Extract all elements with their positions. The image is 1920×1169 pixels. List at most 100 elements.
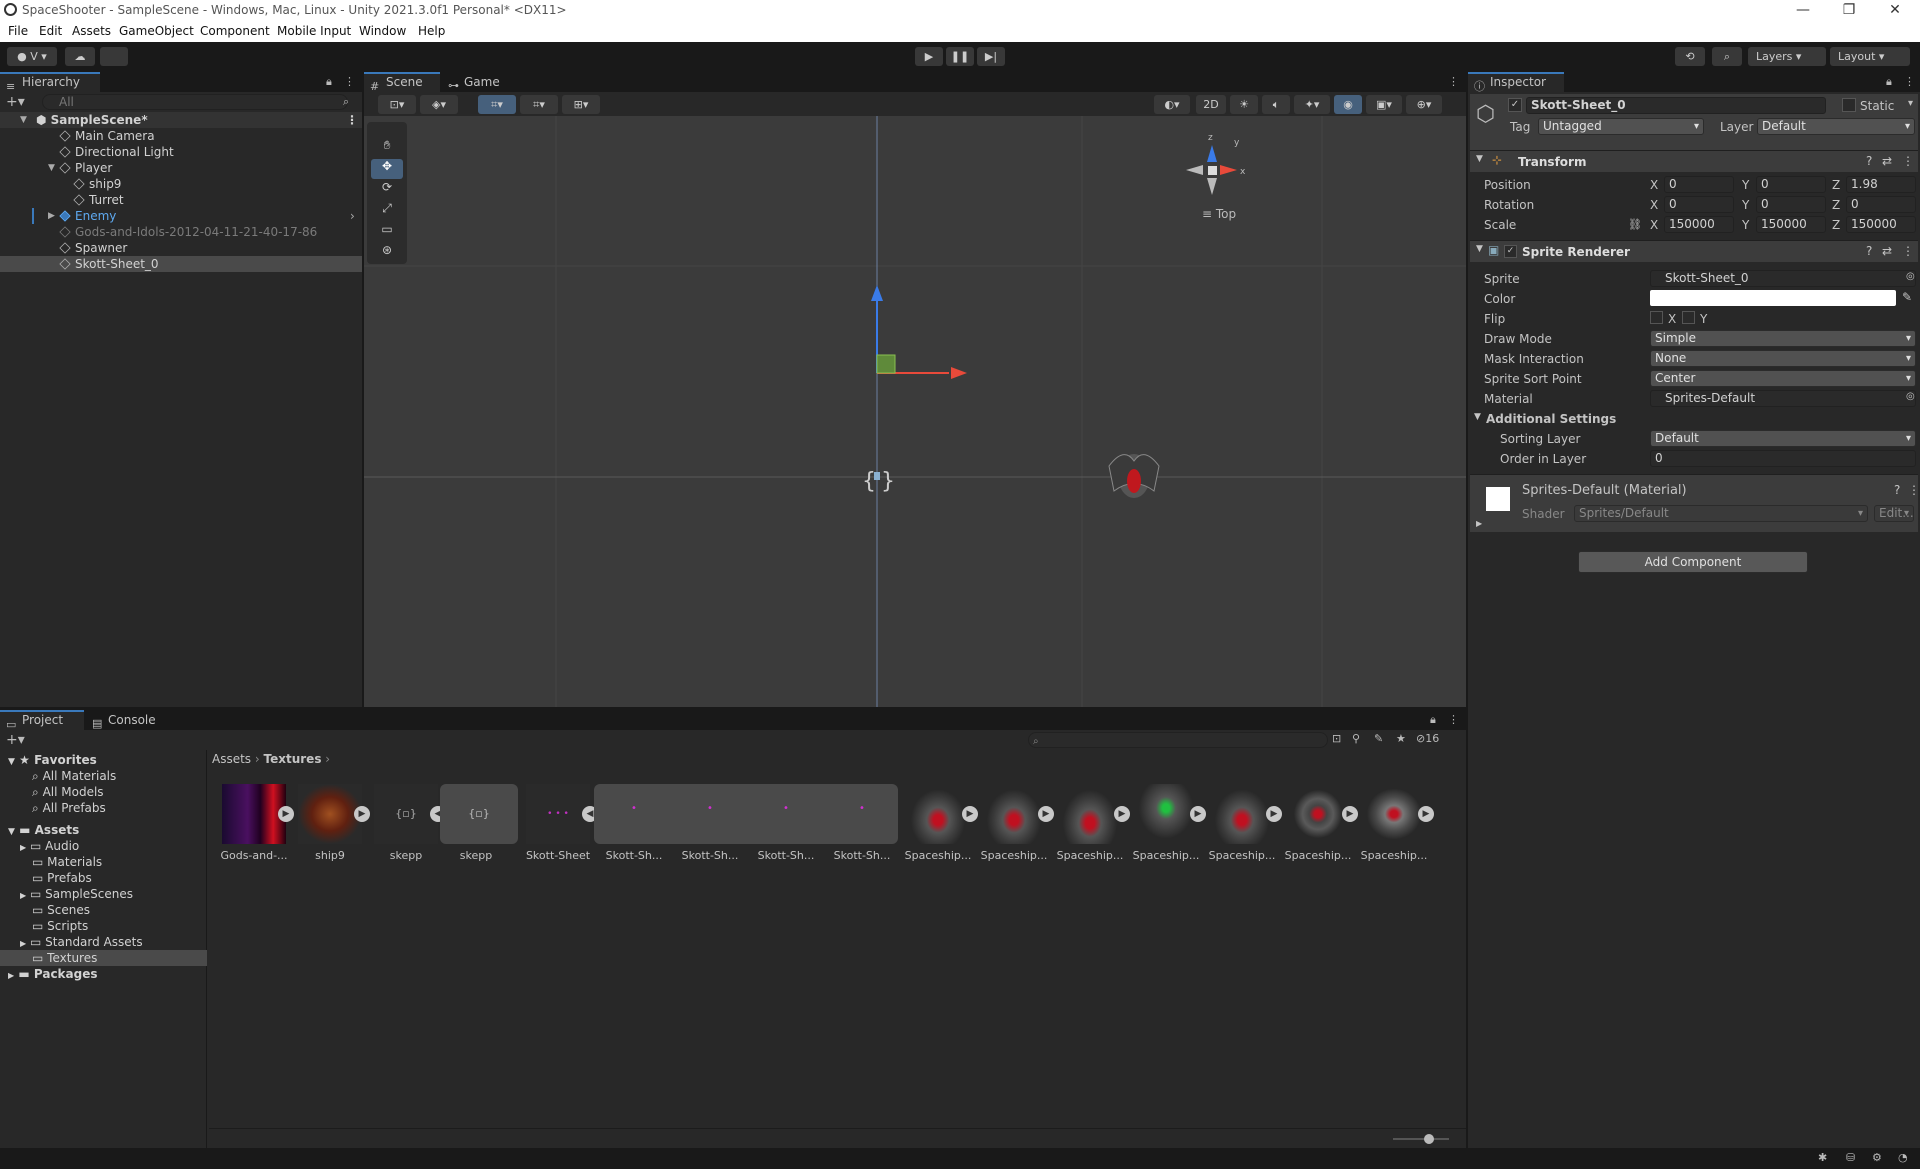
favorite-all-prefabs[interactable]: ⌕ All Prefabs (0, 800, 207, 816)
folder-textures[interactable]: ▭ Textures (0, 950, 207, 966)
help-icon[interactable]: ? (1866, 244, 1872, 258)
more-icon[interactable]: ⋮ (1908, 483, 1920, 497)
transform-header[interactable]: ▼ ⊹ Transform ? ⇄ ⋮ (1470, 150, 1918, 172)
favorite-icon[interactable]: ★ (1396, 732, 1406, 745)
asset-spaceship-4[interactable]: ▶ Spaceship... (1130, 784, 1206, 864)
expand-sprites-icon[interactable]: ▶ (1038, 806, 1054, 822)
object-picker-icon[interactable]: ◎ (1906, 271, 1915, 282)
hierarchy-item-main-camera[interactable]: Main Camera (0, 128, 362, 144)
expand-sprites-icon[interactable]: ▶ (962, 806, 978, 822)
material-field[interactable]: Sprites-Default (1650, 390, 1916, 407)
asset-spaceship-6[interactable]: ▶ Spaceship... (1282, 784, 1358, 864)
expand-sprites-icon[interactable]: ▶ (278, 806, 294, 822)
play-icon[interactable]: ▶ (915, 47, 943, 66)
visibility-icon[interactable]: ◉ (1334, 95, 1362, 114)
expand-sprites-icon[interactable]: ▶ (1342, 806, 1358, 822)
cloud-icon[interactable]: ☁ (65, 47, 95, 66)
pos-y-label[interactable]: Y (1742, 178, 1749, 192)
asset-skott-sheet-3[interactable]: • Skott-Sh... (826, 784, 898, 864)
flip-y-checkbox[interactable] (1682, 311, 1695, 324)
expand-arrow-icon[interactable]: ▶ (48, 208, 55, 224)
scene-viewport[interactable]: { } z x y ≡ Top (364, 116, 1466, 707)
folder-prefabs[interactable]: ▭ Prefabs (0, 870, 207, 886)
layer-dropdown[interactable]: Default (1757, 118, 1915, 135)
history-icon[interactable]: ⟲ (1675, 47, 1705, 66)
position-y-field[interactable]: 0 (1756, 176, 1826, 193)
active-checkbox[interactable]: ✓ (1508, 98, 1522, 112)
close-button[interactable]: ✕ (1872, 0, 1918, 21)
gizmos-icon[interactable]: ⊕▾ (1406, 95, 1442, 114)
asset-spaceship-7[interactable]: ▶ Spaceship... (1358, 784, 1434, 864)
more-icon[interactable]: ⋮ (344, 75, 355, 88)
breadcrumb-textures[interactable]: Textures (264, 752, 322, 766)
account-button[interactable]: ● V ▾ (7, 47, 57, 66)
hierarchy-item-enemy[interactable]: ▶ Enemy › (0, 208, 362, 224)
minimize-button[interactable]: — (1780, 0, 1826, 21)
folder-scripts[interactable]: ▭ Scripts (0, 918, 207, 934)
maximize-button[interactable]: ❐ (1826, 0, 1872, 21)
layout-dropdown[interactable]: Layout ▾ (1830, 47, 1910, 66)
position-x-field[interactable]: 0 (1664, 176, 1734, 193)
breadcrumb-assets[interactable]: Assets (212, 752, 251, 766)
hierarchy-search-input[interactable]: All (42, 94, 348, 110)
thumbnail-size-slider-track[interactable] (1393, 1138, 1449, 1140)
position-z-field[interactable]: 1.98 (1846, 176, 1916, 193)
flip-x-checkbox[interactable] (1650, 311, 1663, 324)
search-options-icon[interactable]: ⌕ (343, 95, 349, 109)
hierarchy-item-turret[interactable]: Turret (0, 192, 362, 208)
mask-interaction-dropdown[interactable]: None (1650, 350, 1916, 367)
static-dropdown-icon[interactable]: ▾ (1908, 98, 1913, 109)
lock-icon[interactable]: 🔒︎ (1886, 75, 1892, 89)
help-icon[interactable]: ? (1894, 483, 1900, 497)
menu-mobile-input[interactable]: Mobile Input (277, 24, 351, 38)
menu-file[interactable]: File (8, 24, 28, 38)
hierarchy-item-directional-light[interactable]: Directional Light (0, 144, 362, 160)
eyedropper-icon[interactable]: ✎ (1902, 290, 1912, 304)
layers-dropdown[interactable]: Layers ▾ (1748, 47, 1826, 66)
sprite-field[interactable]: Skott-Sheet_0 (1650, 270, 1916, 287)
color-swatch[interactable] (1650, 290, 1896, 306)
more-icon[interactable]: ⋮ (346, 112, 358, 128)
lock-icon[interactable]: 🔒︎ (1430, 713, 1436, 727)
packages-row[interactable]: ▶ ▬ Packages (0, 966, 207, 982)
add-icon[interactable]: +▾ (6, 732, 25, 748)
folder-audio[interactable]: ▶ ▭ Audio (0, 838, 207, 854)
scale-x-field[interactable]: 150000 (1664, 216, 1734, 233)
cache-icon[interactable]: ⛁ (1846, 1151, 1855, 1164)
audio-icon[interactable]: 🔈︎ (1262, 95, 1290, 114)
orientation-gizmo[interactable]: z x y (1186, 133, 1246, 195)
asset-gods-and-idols[interactable]: ▶ Gods-and-... (218, 784, 294, 864)
baking-icon[interactable]: ⚙ (1872, 1151, 1882, 1164)
debug-icon[interactable]: ✱ (1818, 1151, 1827, 1164)
preset-icon[interactable]: ⇄ (1882, 244, 1892, 258)
scale-z-label[interactable]: Z (1832, 218, 1840, 232)
step-icon[interactable]: ▶| (977, 47, 1005, 66)
rotation-z-field[interactable]: 0 (1846, 196, 1916, 213)
hierarchy-item-gods-and-idols[interactable]: Gods-and-Idols-2012-04-11-21-40-17-86 (0, 224, 362, 240)
menu-assets[interactable]: Assets (72, 24, 111, 38)
more-icon[interactable]: ⋮ (1448, 713, 1459, 726)
asset-skott-sheet-0[interactable]: • Skott-Sh... (598, 784, 670, 864)
enabled-checkbox[interactable]: ✓ (1504, 245, 1517, 258)
object-name-field[interactable]: Skott-Sheet_0 (1526, 97, 1826, 114)
toggle-2d-button[interactable]: 2D (1196, 95, 1226, 114)
menu-component[interactable]: Component (200, 24, 270, 38)
project-search-input[interactable]: ⌕ (1028, 732, 1328, 748)
additional-settings-label[interactable]: Additional Settings (1486, 412, 1616, 426)
tag-dropdown[interactable]: Untagged (1538, 118, 1704, 135)
move-gizmo-plane-handle[interactable] (876, 354, 896, 374)
orientation-icon[interactable]: ◐▾ (1154, 95, 1190, 114)
lighting-icon[interactable]: ☀ (1230, 95, 1258, 114)
expand-arrow-icon[interactable]: ▶ (1476, 519, 1482, 528)
thumbnail-size-slider-handle[interactable] (1424, 1134, 1434, 1144)
static-checkbox[interactable] (1842, 98, 1856, 112)
add-component-button[interactable]: Add Component (1578, 551, 1808, 573)
chevron-right-icon[interactable]: › (350, 208, 355, 224)
pause-icon[interactable]: ❚❚ (946, 47, 974, 66)
folder-materials[interactable]: ▭ Materials (0, 854, 207, 870)
sprite-renderer-header[interactable]: ▼ ▣ ✓ Sprite Renderer ? ⇄ ⋮ (1470, 240, 1918, 262)
search-type-icon[interactable]: ⊡ (1332, 732, 1341, 745)
more-icon[interactable]: ⋮ (1448, 75, 1459, 88)
hierarchy-item-skott-sheet[interactable]: Skott-Sheet_0 (0, 256, 362, 272)
favorites-row[interactable]: ▼ ★ Favorites (0, 752, 207, 768)
